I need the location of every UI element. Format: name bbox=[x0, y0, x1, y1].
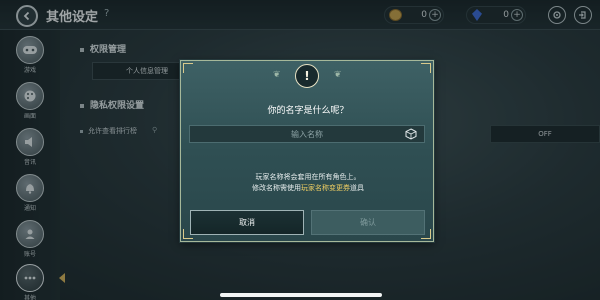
rename-ticket-link: 玩家名称变更券 bbox=[301, 184, 350, 192]
dialog-title: 你的名字是什么呢？ bbox=[267, 106, 349, 116]
leaf-ornament-icon: ❦ bbox=[273, 70, 281, 80]
desc-line-1: 玩家名称将会套用在所有角色上。 bbox=[255, 173, 361, 181]
exclamation-icon: ! bbox=[295, 64, 319, 88]
home-indicator bbox=[220, 293, 382, 297]
rename-dialog: ❦ ❦ ! 你的名字是什么呢？ 玩家名称将会套用在所有角色上。 修改名称需使用玩… bbox=[180, 60, 434, 242]
cancel-button[interactable]: 取消 bbox=[190, 210, 304, 235]
confirm-button[interactable]: 确认 bbox=[311, 210, 425, 235]
leaf-ornament-icon: ❦ bbox=[334, 70, 342, 80]
dialog-description: 玩家名称将会套用在所有角色上。 修改名称需使用玩家名称变更券道具 bbox=[181, 172, 435, 194]
random-dice-icon[interactable] bbox=[405, 128, 417, 140]
desc-line-2: 修改名称需使用玩家名称变更券道具 bbox=[252, 184, 364, 192]
name-input[interactable] bbox=[189, 125, 425, 143]
